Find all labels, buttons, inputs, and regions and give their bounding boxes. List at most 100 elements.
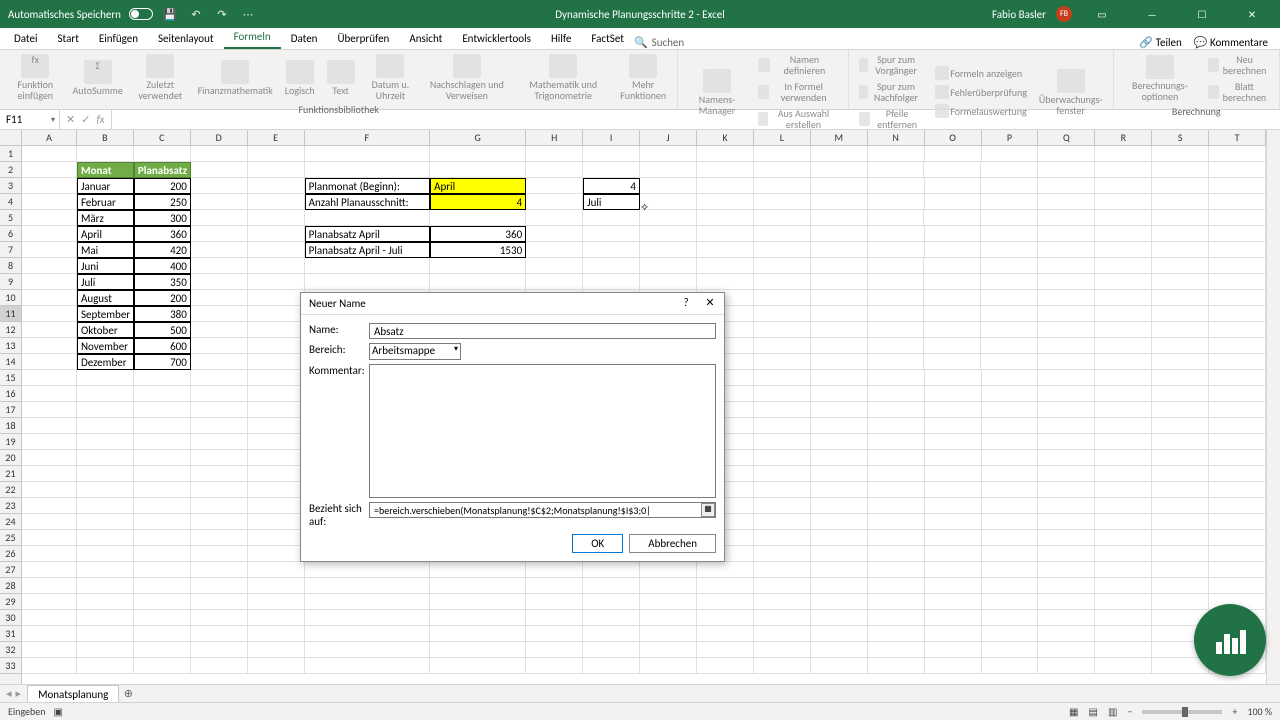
cell-G5[interactable]: [430, 210, 526, 226]
cell-A8[interactable]: [22, 258, 77, 274]
cell-T23[interactable]: [1209, 498, 1266, 514]
col-header-P[interactable]: P: [982, 130, 1039, 145]
cell-K29[interactable]: [697, 594, 754, 610]
cell-E11[interactable]: [248, 306, 305, 322]
cell-M18[interactable]: [811, 418, 868, 434]
cell-D19[interactable]: [191, 434, 248, 450]
cell-C25[interactable]: [134, 530, 191, 546]
cell-T6[interactable]: [1209, 226, 1266, 242]
cell-N26[interactable]: [868, 546, 925, 562]
cell-S12[interactable]: [1152, 322, 1209, 338]
cell-F29[interactable]: [305, 594, 430, 610]
cell-P18[interactable]: [982, 418, 1039, 434]
col-header-G[interactable]: G: [430, 130, 526, 145]
row-header-18[interactable]: 18: [0, 418, 21, 434]
comment-field[interactable]: [369, 364, 716, 498]
cell-Q2[interactable]: [1038, 162, 1095, 178]
cell-P15[interactable]: [982, 370, 1039, 386]
cell-Q17[interactable]: [1038, 402, 1095, 418]
cell-L6[interactable]: [754, 226, 811, 242]
cell-Q22[interactable]: [1038, 482, 1095, 498]
math-button[interactable]: Mathematik und Trigonometrie: [516, 52, 611, 103]
cell-M4[interactable]: [811, 194, 868, 210]
cell-M27[interactable]: [811, 562, 868, 578]
cell-D3[interactable]: [191, 178, 248, 194]
cell-E1[interactable]: [248, 146, 305, 162]
cell-G1[interactable]: [430, 146, 526, 162]
cell-K30[interactable]: [697, 610, 754, 626]
cell-N24[interactable]: [868, 514, 925, 530]
cell-Q29[interactable]: [1038, 594, 1095, 610]
cell-Q33[interactable]: [1038, 658, 1095, 674]
cell-B15[interactable]: [77, 370, 134, 386]
cell-M9[interactable]: [811, 274, 868, 290]
cell-B19[interactable]: [77, 434, 134, 450]
accept-formula-icon[interactable]: ✓: [81, 113, 90, 126]
cell-G31[interactable]: [430, 626, 526, 642]
logical-button[interactable]: Logisch: [281, 58, 319, 98]
cell-R26[interactable]: [1095, 546, 1152, 562]
cell-E8[interactable]: [248, 258, 305, 274]
cell-D26[interactable]: [191, 546, 248, 562]
cell-T12[interactable]: [1209, 322, 1266, 338]
cell-E24[interactable]: [248, 514, 305, 530]
cell-C11[interactable]: 380: [134, 306, 191, 322]
name-box[interactable]: F11: [0, 110, 60, 129]
cell-A3[interactable]: [22, 178, 77, 194]
cell-E16[interactable]: [248, 386, 305, 402]
cell-P27[interactable]: [982, 562, 1039, 578]
cell-A6[interactable]: [22, 226, 77, 242]
cell-E9[interactable]: [248, 274, 305, 290]
cell-A30[interactable]: [22, 610, 77, 626]
zoom-in-icon[interactable]: +: [1232, 705, 1237, 718]
cell-T8[interactable]: [1209, 258, 1266, 274]
cell-T13[interactable]: [1209, 338, 1266, 354]
cell-J31[interactable]: [640, 626, 697, 642]
cell-A22[interactable]: [22, 482, 77, 498]
cell-E14[interactable]: [248, 354, 305, 370]
macro-record-icon[interactable]: ▣: [54, 705, 63, 718]
cell-F8[interactable]: [305, 258, 430, 274]
cell-E15[interactable]: [248, 370, 305, 386]
cell-E3[interactable]: [248, 178, 305, 194]
tab-einfugen[interactable]: Einfügen: [89, 28, 148, 49]
cell-Q31[interactable]: [1038, 626, 1095, 642]
tab-factset[interactable]: FactSet: [581, 28, 634, 49]
cell-T27[interactable]: [1209, 562, 1266, 578]
col-header-I[interactable]: I: [583, 130, 640, 145]
cell-N31[interactable]: [868, 626, 925, 642]
cell-M24[interactable]: [811, 514, 868, 530]
cell-P17[interactable]: [982, 402, 1039, 418]
col-header-A[interactable]: A: [22, 130, 77, 145]
cell-B12[interactable]: Oktober: [77, 322, 134, 338]
cell-S14[interactable]: [1152, 354, 1209, 370]
sheet-nav-prev-icon[interactable]: ◂: [6, 687, 12, 700]
cell-B32[interactable]: [77, 642, 134, 658]
cell-C28[interactable]: [134, 578, 191, 594]
cell-G8[interactable]: [430, 258, 526, 274]
row-header-9[interactable]: 9: [0, 274, 21, 290]
cell-B17[interactable]: [77, 402, 134, 418]
cell-D32[interactable]: [191, 642, 248, 658]
cell-P11[interactable]: [981, 306, 1038, 322]
cell-Q12[interactable]: [1038, 322, 1095, 338]
cell-E13[interactable]: [248, 338, 305, 354]
tab-start[interactable]: Start: [48, 28, 89, 49]
cell-F7[interactable]: Planabsatz April - Juli: [305, 242, 430, 258]
row-header-26[interactable]: 26: [0, 546, 21, 562]
cell-M29[interactable]: [811, 594, 868, 610]
cell-Q8[interactable]: [1038, 258, 1095, 274]
cell-F2[interactable]: [305, 162, 430, 178]
more-button[interactable]: Mehr Funktionen: [615, 52, 671, 103]
cell-T22[interactable]: [1209, 482, 1266, 498]
cell-S24[interactable]: [1152, 514, 1209, 530]
cell-S7[interactable]: [1152, 242, 1209, 258]
cell-N20[interactable]: [868, 450, 925, 466]
cell-E5[interactable]: [248, 210, 305, 226]
cell-R16[interactable]: [1095, 386, 1152, 402]
cell-P25[interactable]: [982, 530, 1039, 546]
cell-I30[interactable]: [583, 610, 640, 626]
cell-L13[interactable]: [754, 338, 811, 354]
cell-E22[interactable]: [248, 482, 305, 498]
cell-A19[interactable]: [22, 434, 77, 450]
